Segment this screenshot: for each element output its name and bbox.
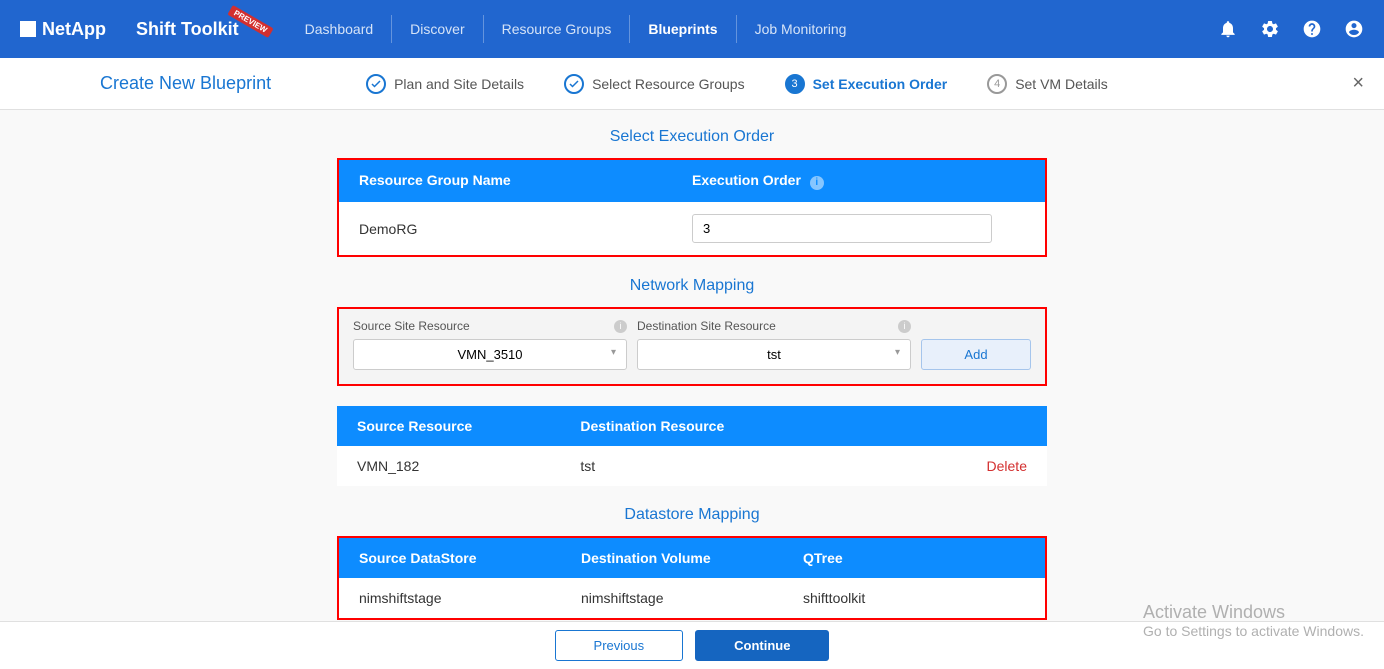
nav: Dashboard Discover Resource Groups Bluep…	[287, 15, 865, 43]
th-qtree: QTree	[803, 550, 1025, 566]
step-label: Select Resource Groups	[592, 76, 745, 92]
th-exec-order: Execution Order i	[692, 172, 1025, 190]
execution-order-input[interactable]	[692, 214, 992, 243]
wizard-title: Create New Blueprint	[100, 73, 271, 94]
wizard-bar: Create New Blueprint Plan and Site Detai…	[0, 58, 1384, 110]
rg-name-cell: DemoRG	[359, 221, 692, 237]
th-source-resource: Source Resource	[357, 418, 580, 434]
dest-vol-cell: nimshiftstage	[581, 590, 803, 606]
dest-label: Destination Site Resource i	[637, 319, 911, 333]
source-col: Source Site Resource i VMN_3510	[353, 319, 627, 370]
table-header: Source DataStore Destination Volume QTre…	[339, 538, 1045, 578]
table-row: VMN_182 tst Delete	[337, 446, 1047, 486]
th-dest-vol: Destination Volume	[581, 550, 803, 566]
network-mapping-table: Source Resource Destination Resource VMN…	[337, 406, 1047, 486]
wizard-steps: Plan and Site Details Select Resource Gr…	[366, 74, 1108, 94]
close-button[interactable]: ×	[1352, 72, 1364, 95]
brand-text: NetApp	[42, 19, 106, 40]
brand-logo: NetApp	[20, 19, 106, 40]
app-title: Shift Toolkit PREVIEW	[136, 19, 239, 40]
table-row: nimshiftstage nimshiftstage shifttoolkit	[339, 578, 1045, 618]
th-rg-name: Resource Group Name	[359, 172, 692, 190]
execution-order-title: Select Execution Order	[0, 128, 1384, 146]
add-button[interactable]: Add	[921, 339, 1031, 370]
gear-icon[interactable]	[1260, 19, 1280, 39]
previous-button[interactable]: Previous	[555, 630, 684, 661]
table-header: Resource Group Name Execution Order i	[339, 160, 1045, 202]
step-label: Set Execution Order	[813, 76, 948, 92]
th-dest-resource: Destination Resource	[580, 418, 803, 434]
step-label: Set VM Details	[1015, 76, 1108, 92]
nav-dashboard[interactable]: Dashboard	[287, 15, 392, 43]
network-mapping-inputs-panel: Source Site Resource i VMN_3510 Destinat…	[337, 307, 1047, 386]
app-header: NetApp Shift Toolkit PREVIEW Dashboard D…	[0, 0, 1384, 58]
content-area: Select Execution Order Resource Group Na…	[0, 110, 1384, 621]
execution-order-panel: Resource Group Name Execution Order i De…	[337, 158, 1047, 257]
bell-icon[interactable]	[1218, 19, 1238, 39]
step-label: Plan and Site Details	[394, 76, 524, 92]
th-action	[804, 418, 1027, 434]
table-header: Source Resource Destination Resource	[337, 406, 1047, 446]
check-icon	[366, 74, 386, 94]
src-ds-cell: nimshiftstage	[359, 590, 581, 606]
help-icon[interactable]	[1302, 19, 1322, 39]
qtree-cell: shifttoolkit	[803, 590, 1025, 606]
check-icon	[564, 74, 584, 94]
nav-job-monitoring[interactable]: Job Monitoring	[736, 15, 865, 43]
step-number: 4	[987, 74, 1007, 94]
network-mapping-title: Network Mapping	[0, 277, 1384, 295]
info-icon[interactable]: i	[614, 320, 627, 333]
table-row: DemoRG	[339, 202, 1045, 255]
step-4[interactable]: 4 Set VM Details	[987, 74, 1108, 94]
footer: Previous Continue	[0, 621, 1384, 669]
step-2[interactable]: Select Resource Groups	[564, 74, 745, 94]
mapping-inputs: Source Site Resource i VMN_3510 Destinat…	[339, 309, 1045, 384]
nav-blueprints[interactable]: Blueprints	[629, 15, 735, 43]
dest-col: Destination Site Resource i tst	[637, 319, 911, 370]
datastore-mapping-panel: Source DataStore Destination Volume QTre…	[337, 536, 1047, 620]
source-resource-dropdown[interactable]: VMN_3510	[353, 339, 627, 370]
src-cell: VMN_182	[357, 458, 580, 474]
nav-resource-groups[interactable]: Resource Groups	[483, 15, 630, 43]
destination-resource-dropdown[interactable]: tst	[637, 339, 911, 370]
netapp-icon	[20, 21, 36, 37]
datastore-mapping-title: Datastore Mapping	[0, 506, 1384, 524]
header-icons	[1218, 19, 1364, 39]
source-label: Source Site Resource i	[353, 319, 627, 333]
info-icon[interactable]: i	[810, 176, 824, 190]
continue-button[interactable]: Continue	[695, 630, 829, 661]
step-3[interactable]: 3 Set Execution Order	[785, 74, 948, 94]
step-number: 3	[785, 74, 805, 94]
step-1[interactable]: Plan and Site Details	[366, 74, 524, 94]
exec-order-cell	[692, 214, 1025, 243]
th-source-ds: Source DataStore	[359, 550, 581, 566]
dst-cell: tst	[580, 458, 803, 474]
delete-link[interactable]: Delete	[804, 458, 1027, 474]
user-icon[interactable]	[1344, 19, 1364, 39]
nav-discover[interactable]: Discover	[391, 15, 482, 43]
info-icon[interactable]: i	[898, 320, 911, 333]
